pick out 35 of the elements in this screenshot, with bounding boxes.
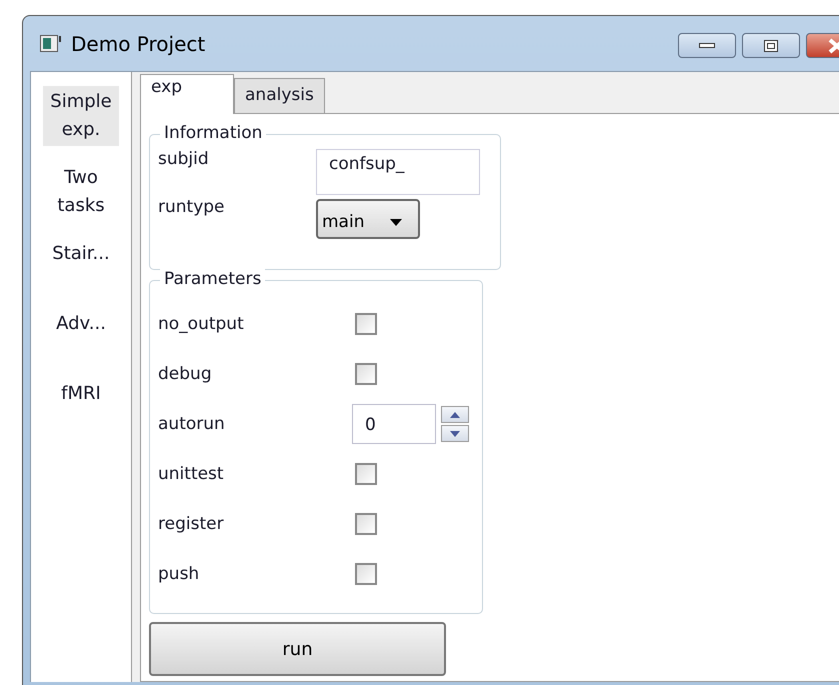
- sidebar-item[interactable]: Stair...: [43, 238, 119, 270]
- up-arrow-icon: [450, 412, 460, 418]
- sidebar-item[interactable]: fMRI: [43, 378, 119, 410]
- checkbox[interactable]: [355, 563, 377, 585]
- field-label: subjid: [158, 149, 210, 169]
- spin-down-button[interactable]: [441, 425, 469, 442]
- checkbox[interactable]: [355, 513, 377, 535]
- spin-up-button[interactable]: [441, 406, 469, 423]
- maximize-icon: [764, 40, 778, 52]
- tab[interactable]: exp: [140, 74, 234, 114]
- run-button[interactable]: run: [149, 622, 446, 676]
- checkbox[interactable]: [355, 463, 377, 485]
- field-label: register: [158, 514, 225, 534]
- checkbox[interactable]: [355, 363, 377, 385]
- dropdown[interactable]: main: [316, 199, 420, 239]
- field-label: push: [158, 564, 200, 584]
- minimize-icon: [699, 42, 715, 48]
- text-field[interactable]: confsup_: [316, 149, 480, 195]
- sidebar-item[interactable]: Two tasks: [43, 162, 119, 222]
- window-title: Demo Project: [71, 32, 206, 56]
- sidebar-item[interactable]: Simple exp.: [43, 86, 119, 146]
- maximize-button[interactable]: [742, 33, 800, 58]
- sidebar-item[interactable]: Adv...: [43, 308, 119, 340]
- down-arrow-icon: [450, 430, 460, 436]
- tab[interactable]: analysis: [234, 78, 325, 113]
- field-label: autorun: [158, 414, 226, 434]
- field-label: runtype: [158, 197, 226, 217]
- field-label: no_output: [158, 314, 245, 334]
- spinbox-field[interactable]: 0: [352, 404, 436, 444]
- caret-icon: [390, 218, 402, 226]
- checkbox[interactable]: [355, 313, 377, 335]
- field-label: debug: [158, 364, 213, 384]
- minimize-button[interactable]: [678, 33, 736, 58]
- field-label: unittest: [158, 464, 225, 484]
- window-app-icon: [40, 34, 62, 52]
